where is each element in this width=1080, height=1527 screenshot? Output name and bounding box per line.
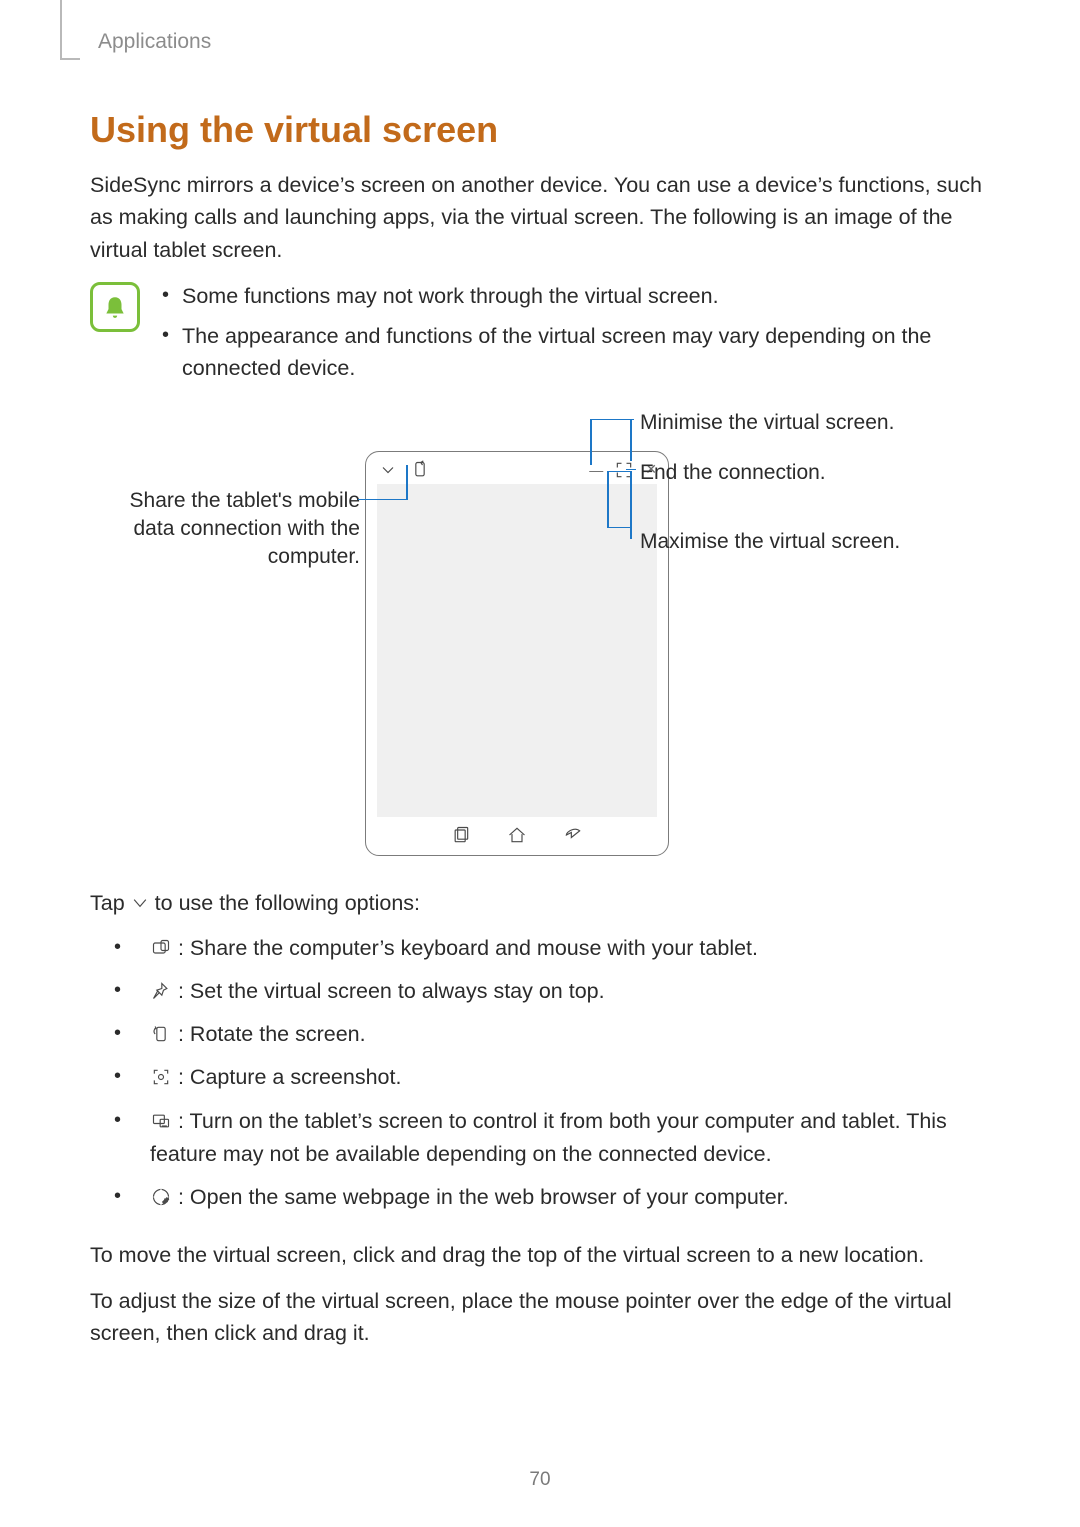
callout-share-data: Share the tablet's mobile data connectio… <box>100 487 360 572</box>
page-number: 70 <box>0 1469 1080 1491</box>
tap-instruction: Tap to use the following options: <box>90 891 1000 916</box>
share-tether-icon <box>409 459 431 481</box>
keyboard-mouse-share-icon <box>150 937 172 959</box>
option-item: : Turn on the tablet’s screen to control… <box>90 1105 1000 1172</box>
callout-end-connection: End the connection. <box>640 459 826 487</box>
screenshot-icon <box>150 1066 172 1088</box>
tablet-frame: — ✕ <box>365 451 669 856</box>
resize-instruction: To adjust the size of the virtual screen… <box>90 1285 1000 1350</box>
note-item: Some functions may not work through the … <box>158 280 1000 312</box>
option-text: : Share the computer’s keyboard and mous… <box>172 936 758 960</box>
leader-line <box>358 499 408 501</box>
option-item: : Rotate the screen. <box>90 1018 1000 1051</box>
option-item: : Set the virtual screen to always stay … <box>90 975 1000 1008</box>
callout-minimise: Minimise the virtual screen. <box>640 409 894 437</box>
virtual-screen-diagram: — ✕ Minimise the virtual screen. End the… <box>90 411 1010 861</box>
leader-line <box>630 471 632 539</box>
option-item: : Open the same webpage in the web brows… <box>90 1181 1000 1214</box>
leader-line <box>607 471 609 527</box>
chevron-down-icon <box>377 459 399 481</box>
leader-line <box>590 419 592 465</box>
dual-screen-icon <box>150 1110 172 1132</box>
home-icon <box>506 824 528 846</box>
back-icon <box>562 824 584 846</box>
bell-icon <box>90 282 140 332</box>
option-text: : Set the virtual screen to always stay … <box>172 979 605 1003</box>
option-text: : Turn on the tablet’s screen to control… <box>150 1109 947 1166</box>
option-item: : Capture a screenshot. <box>90 1061 1000 1094</box>
note-item: The appearance and functions of the virt… <box>158 320 1000 385</box>
leader-line <box>607 527 631 529</box>
option-text: : Rotate the screen. <box>172 1022 366 1046</box>
recent-apps-icon <box>450 824 472 846</box>
pin-icon <box>150 980 172 1002</box>
chevron-down-icon <box>129 892 151 914</box>
leader-line <box>607 471 631 473</box>
page-title: Using the virtual screen <box>90 109 1000 151</box>
rotate-icon <box>150 1023 172 1045</box>
web-browser-icon <box>150 1186 172 1208</box>
callout-maximise: Maximise the virtual screen. <box>640 528 900 556</box>
option-item: : Share the computer’s keyboard and mous… <box>90 932 1000 965</box>
leader-line <box>590 419 634 421</box>
leader-line <box>406 465 408 500</box>
option-text: : Open the same webpage in the web brows… <box>172 1185 789 1209</box>
intro-paragraph: SideSync mirrors a device’s screen on an… <box>90 169 1000 266</box>
tablet-screen <box>377 484 657 817</box>
leader-line <box>630 419 632 461</box>
tap-prefix: Tap <box>90 891 125 916</box>
move-instruction: To move the virtual screen, click and dr… <box>90 1239 1000 1271</box>
section-label: Applications <box>98 30 1000 54</box>
option-text: : Capture a screenshot. <box>172 1065 401 1089</box>
tap-suffix: to use the following options: <box>155 891 420 916</box>
header-corner-mark <box>60 0 80 60</box>
